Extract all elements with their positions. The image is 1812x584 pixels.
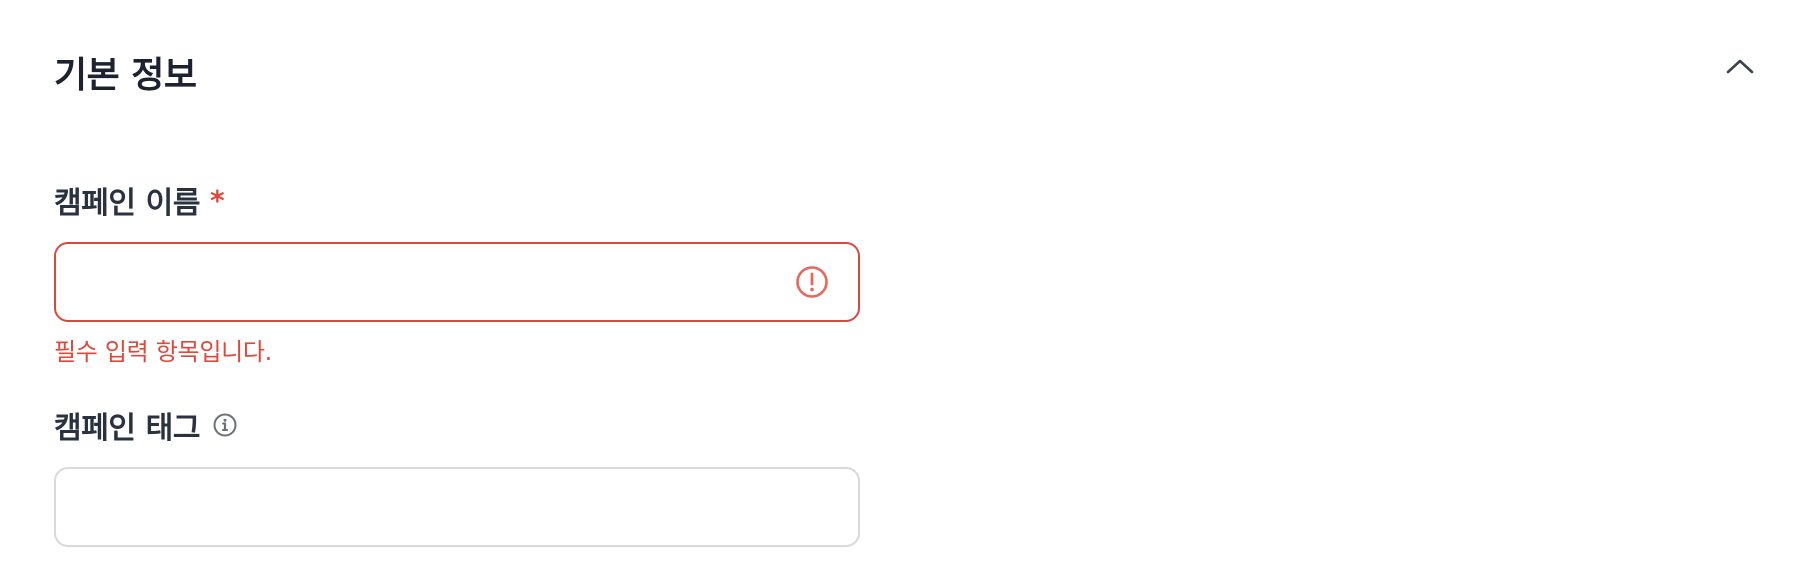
chevron-up-icon [1726, 59, 1754, 74]
required-mark: * [210, 183, 225, 217]
campaign-name-error-message: 필수 입력 항목입니다. [54, 338, 273, 366]
section-title: 기본 정보 [54, 55, 197, 96]
campaign-tag-label: 캠페인 태그 [54, 411, 201, 446]
campaign-name-input-wrapper [54, 242, 860, 322]
section-header: 기본 정보 [54, 38, 1758, 96]
campaign-name-label: 캠페인 이름 [54, 186, 201, 221]
campaign-name-label-row: 캠페인 이름 * [54, 180, 860, 222]
campaign-tag-field: 캠페인 태그 [54, 405, 860, 547]
info-circle-icon [213, 413, 237, 437]
campaign-name-field: 캠페인 이름 * 필수 입력 항목입니다. [54, 180, 860, 367]
collapse-button[interactable] [1722, 48, 1758, 84]
basic-info-section: 기본 정보 캠페인 이름 * 필수 입력 항목입니다. 캠페인 태그 [0, 0, 1812, 584]
campaign-tag-input-wrapper [54, 467, 860, 547]
alert-circle-icon [796, 266, 828, 298]
info-button[interactable] [212, 412, 238, 438]
campaign-tag-label-row: 캠페인 태그 [54, 405, 860, 446]
campaign-tag-input[interactable] [76, 469, 780, 547]
campaign-name-input[interactable] [76, 244, 780, 322]
